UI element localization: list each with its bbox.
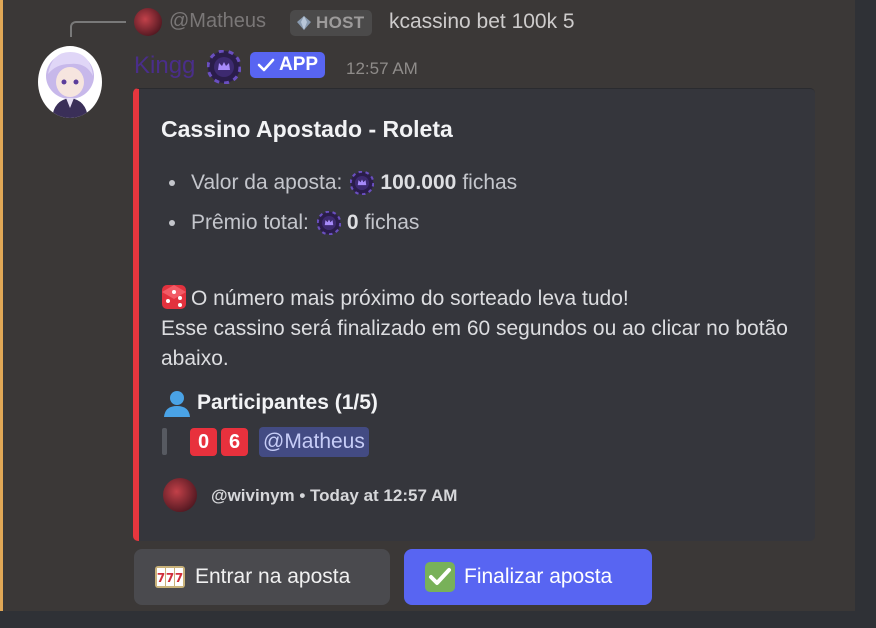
embed: Cassino Apostado - Roleta Valor da apost…: [133, 88, 815, 541]
finish-bet-label: Finalizar aposta: [464, 565, 613, 588]
participants-heading: Participantes (1/5): [161, 389, 378, 417]
number-digit-1: 0: [190, 428, 217, 456]
bet-unit: fichas: [462, 171, 518, 194]
message-container: @Matheus HOST kcassino bet 100k 5 Kingg: [0, 0, 855, 611]
svg-text:7: 7: [166, 571, 174, 585]
dice-icon: [162, 285, 186, 309]
embed-title: Cassino Apostado - Roleta: [161, 116, 453, 142]
bet-value: 100.000: [380, 171, 457, 194]
join-bet-button[interactable]: 7 7 7 Entrar na aposta: [134, 549, 390, 605]
embed-description: O número mais próximo do sorteado leva t…: [161, 284, 801, 374]
poker-chip-icon: [316, 211, 341, 235]
check-icon: [257, 58, 275, 72]
join-bet-label: Entrar na aposta: [195, 565, 351, 588]
avatar[interactable]: [38, 46, 102, 118]
slot-machine-icon: 7 7 7: [155, 566, 185, 588]
participants-title: Participantes (1/5): [197, 391, 378, 414]
app-badge: APP: [250, 52, 326, 78]
svg-text:7: 7: [175, 571, 183, 585]
person-icon: [164, 391, 190, 417]
gem-icon: [297, 16, 311, 30]
scroll-gutter: [855, 0, 876, 628]
poker-chip-icon: [350, 171, 375, 195]
footer-avatar: [163, 478, 197, 512]
prize-unit: fichas: [364, 211, 420, 234]
description-line1: O número mais próximo do sorteado leva t…: [191, 287, 629, 310]
prize-label: Prêmio total:: [191, 211, 309, 234]
prize-item: Prêmio total: 0 fichas: [169, 211, 419, 235]
embed-footer: @wivinym • Today at 12:57 AM: [211, 486, 458, 505]
finish-bet-button[interactable]: Finalizar aposta: [404, 549, 652, 605]
reply-username[interactable]: @Matheus: [169, 10, 266, 33]
number-digit-2: 6: [221, 428, 248, 456]
participant-mention[interactable]: @Matheus: [259, 427, 369, 457]
check-mark-icon: [425, 562, 455, 592]
app-badge-label: APP: [279, 54, 319, 75]
host-tag-label: HOST: [316, 13, 365, 32]
description-line2: Esse cassino será finalizado em 60 segun…: [161, 317, 788, 370]
username[interactable]: Kingg: [134, 52, 195, 80]
bottom-gutter: [0, 611, 876, 628]
timestamp[interactable]: 12:57 AM: [346, 59, 418, 79]
prize-value: 0: [346, 211, 359, 234]
reply-text[interactable]: kcassino bet 100k 5: [389, 10, 575, 34]
quote-bar: [162, 428, 167, 455]
poker-chip-icon: [207, 50, 241, 84]
host-tag: HOST: [290, 10, 373, 36]
bet-value-item: Valor da aposta: 100.000 fichas: [169, 171, 517, 195]
reply-connector: [70, 21, 126, 37]
bet-label: Valor da aposta:: [191, 171, 343, 194]
reply-avatar[interactable]: [134, 8, 162, 36]
svg-text:7: 7: [157, 571, 165, 585]
bullet-dot: [169, 220, 175, 226]
bullet-dot: [169, 180, 175, 186]
